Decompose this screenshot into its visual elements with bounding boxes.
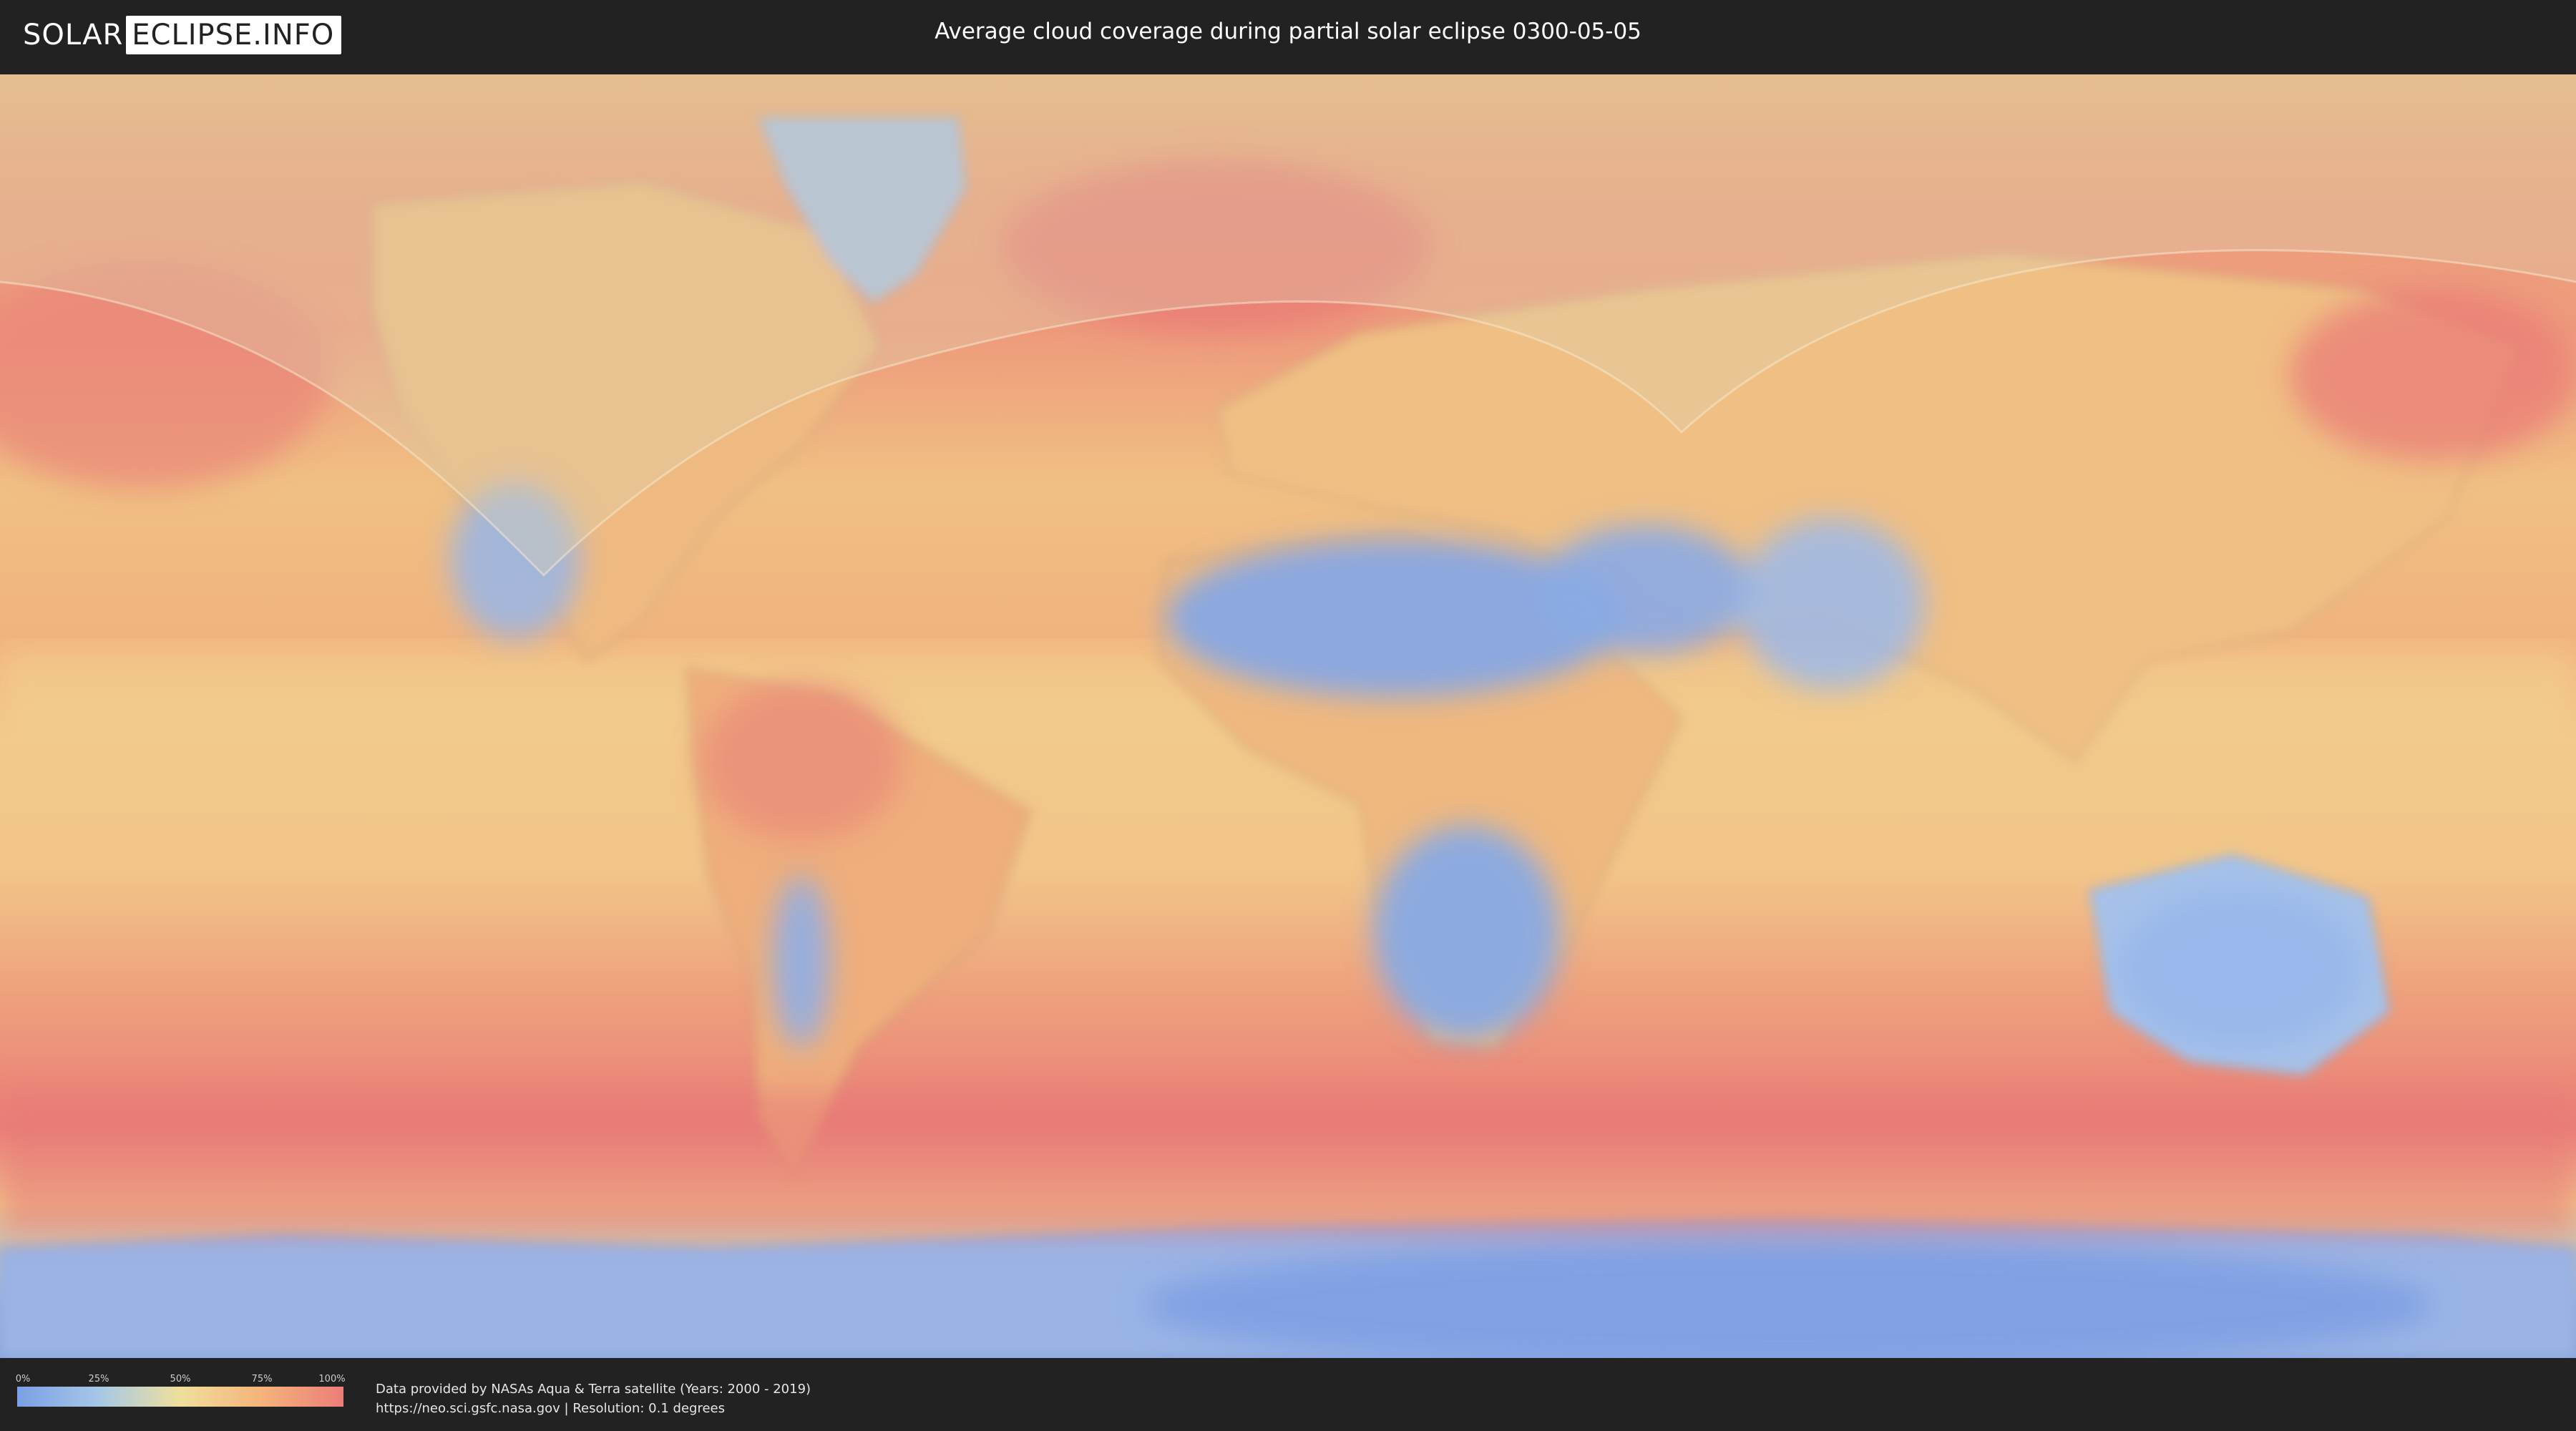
legend-color-bar bbox=[17, 1387, 343, 1407]
siberia-cloudy bbox=[2290, 289, 2576, 461]
legend-tick-0: 0% bbox=[15, 1374, 31, 1384]
credits-line-2: https://neo.sci.gsfc.nasa.gov | Resoluti… bbox=[376, 1401, 725, 1416]
amazon-cloudy bbox=[701, 683, 902, 840]
legend-tick-50: 50% bbox=[170, 1374, 191, 1384]
legend-ticks: 0% 25% 50% 75% 100% bbox=[15, 1374, 346, 1387]
andes-clear bbox=[773, 876, 830, 1047]
footer: 0% 25% 50% 75% 100% Data provided by NAS… bbox=[0, 1358, 2576, 1431]
southern-ocean-cloudy bbox=[0, 1090, 2576, 1234]
australia-clear bbox=[2118, 890, 2361, 1047]
cloud-coverage-map[interactable] bbox=[0, 74, 2576, 1358]
legend-tick-25: 25% bbox=[88, 1374, 109, 1384]
data-credits: Data provided by NASAs Aqua & Terra sate… bbox=[376, 1379, 811, 1418]
header: SOLAR ECLIPSE.INFO Average cloud coverag… bbox=[0, 0, 2576, 70]
legend-tick-75: 75% bbox=[251, 1374, 273, 1384]
cloud-coverage-legend: 0% 25% 50% 75% 100% bbox=[15, 1374, 346, 1407]
south-asia-clear bbox=[1739, 518, 1925, 690]
legend-tick-100: 100% bbox=[318, 1374, 346, 1384]
arabia-clear bbox=[1538, 525, 1753, 654]
page: SOLAR ECLIPSE.INFO Average cloud coverag… bbox=[0, 0, 2576, 1431]
page-title: Average cloud coverage during partial so… bbox=[935, 19, 1641, 44]
credits-line-1: Data provided by NASAs Aqua & Terra sate… bbox=[376, 1382, 811, 1397]
southern-africa-clear bbox=[1374, 826, 1560, 1040]
